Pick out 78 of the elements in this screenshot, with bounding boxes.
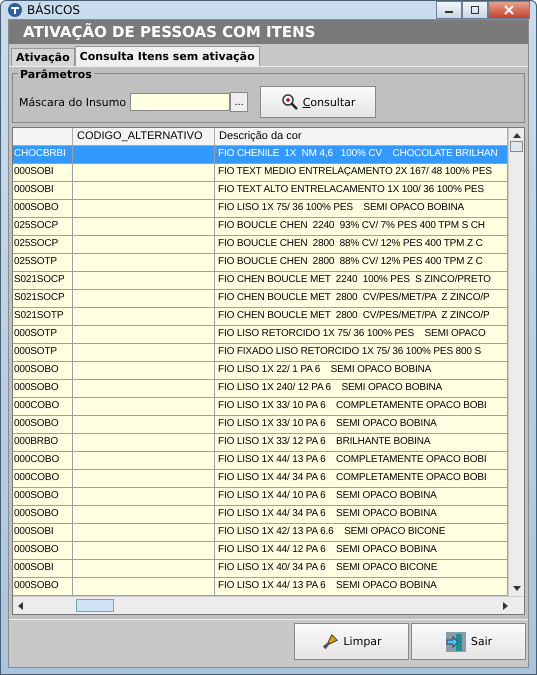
table-row[interactable]: 000SOBO FIO LISO 1X 44/ 13 PA 6 SEMI OPACO BOBINA (13, 578, 508, 596)
table-cell: 000COBO (13, 470, 73, 487)
table-row[interactable]: 000COBO FIO LISO 1X 33/ 10 PA 6 COMPLETAMENTE OPACO BOBI (13, 398, 508, 416)
table-row[interactable]: S021SOCP FIO CHEN BOUCLE MET 2800 CV/PES/MET/PA Z ZINCO/P (13, 290, 508, 308)
table-cell: S021SOTP (13, 308, 73, 325)
table-row[interactable]: 000SOBO FIO LISO 1X 44/ 12 PA 6 SEMI OPACO BOBINA (13, 542, 508, 560)
mask-input-field[interactable] (130, 93, 230, 111)
scroll-up-icon (512, 133, 520, 138)
form-header: ATIVAÇÃO DE PESSOAS COM ITENS (9, 20, 528, 44)
column-header[interactable]: CODIGO_ALTERNATIVO (73, 128, 215, 145)
clear-button[interactable]: Limpar (294, 623, 409, 660)
window-title: BÁSICOS (27, 3, 80, 17)
table-cell: 000SOBO (13, 380, 73, 397)
table-row[interactable]: S021SOTP FIO CHEN BOUCLE MET 2800 CV/PES/MET/PA Z ZINCO/P (13, 308, 508, 326)
close-button[interactable] (488, 1, 530, 19)
table-row[interactable]: 000SOBO FIO LISO 1X 44/ 10 PA 6 SEMI OPACO BOBINA (13, 488, 508, 506)
table-row[interactable]: S021SOCP FIO CHEN BOUCLE MET 2240 100% PES S ZINCO/PRETO (13, 272, 508, 290)
broom-icon (321, 632, 340, 650)
exit-door-icon (444, 630, 467, 652)
field-label: Máscara do Insumo (19, 96, 126, 108)
table-row[interactable]: 000SOBI FIO LISO 1X 42/ 13 PA 6.6 SEMI OPACO BICONE (13, 524, 508, 542)
table-cell: 000SOBO (13, 578, 73, 595)
table-cell: 025SOTP (13, 254, 73, 271)
table-cell: 000SOBO (13, 200, 73, 217)
table-row[interactable]: 000SOBI FIO TEXT MEDIO ENTRELAÇAMENTO 2X 167/ 48 100% PES (13, 164, 508, 182)
table-row[interactable]: 000COBO FIO LISO 1X 44/ 34 PA 6 COMPLETAMENTE OPACO BOBI (13, 470, 508, 488)
table-row[interactable]: 025SOCP FIO BOUCLE CHEN 2800 88% CV/ 12% PES 400 TPM Z C (13, 236, 508, 254)
table-cell: 000BRBO (13, 434, 73, 451)
table-cell: 000SOBO (13, 542, 73, 559)
table-row[interactable]: 000SOBO FIO LISO 1X 75/ 36 100% PES SEMI OPACO BOBINA (13, 200, 508, 218)
vertical-scrollbar[interactable] (508, 128, 524, 596)
table-row[interactable]: 000SOBO FIO LISO 1X 22/ 1 PA 6 SEMI OPACO BOBINA (13, 362, 508, 380)
table-row[interactable]: 025SOCP FIO BOUCLE CHEN 2240 93% CV/ 7% PES 400 TPM S CH (13, 218, 508, 236)
scroll-thumb[interactable] (76, 599, 114, 612)
table-cell: 000SOBI (13, 182, 73, 199)
table-row[interactable]: 000COBO FIO LISO 1X 44/ 13 PA 6 COMPLETAMENTE OPACO BOBI (13, 452, 508, 470)
scroll-down-icon (512, 586, 520, 591)
table-row[interactable]: 000SOTP FIO FIXADO LISO RETORCIDO 1X 75/ 36 100% PES 800 S (13, 344, 508, 362)
table-cell: 000SOTP (13, 344, 73, 361)
table-cell: CHOCBRBI (13, 146, 73, 163)
scroll-right-icon (503, 602, 508, 610)
table-cell: 025SOCP (13, 236, 73, 253)
close-icon (504, 5, 514, 15)
table-row[interactable]: 000SOBI FIO LISO 1X 40/ 34 PA 6 SEMI OPACO BICONE (13, 560, 508, 578)
browse-button[interactable]: ... (230, 92, 248, 112)
scroll-thumb[interactable] (510, 141, 523, 152)
maximize-icon (470, 5, 480, 15)
table-cell: 000SOBI (13, 524, 73, 541)
table-row[interactable]: 000SOBO FIO LISO 1X 240/ 12 PA 6 SEMI OPACO BOBINA (13, 380, 508, 398)
table-row[interactable]: 025SOTP FIO BOUCLE CHEN 2800 88% CV/ 12% PES 400 TPM Z C (13, 254, 508, 272)
app-logo-icon (7, 2, 23, 18)
table-row[interactable]: 000SOTP FIO LISO RETORCIDO 1X 75/ 36 100% PES SEMI OPACO (13, 326, 508, 344)
table-cell: 000SOBI (13, 560, 73, 577)
table-cell: 000SOTP (13, 326, 73, 343)
table-cell: 025SOCP (13, 218, 73, 235)
table-cell: 000SOBO (13, 362, 73, 379)
search-button[interactable]: Consultar (260, 86, 376, 118)
table-row[interactable]: 000SOBI FIO TEXT ALTO ENTRELACAMENTO 1X 100/ 36 100% PES (13, 182, 508, 200)
table-cell: 000SOBO (13, 416, 73, 433)
horizontal-scrollbar[interactable] (13, 596, 524, 614)
table-cell: 000SOBO (13, 506, 73, 523)
table-row[interactable]: 000BRBO FIO LISO 1X 33/ 12 PA 6 BRILHANTE BOBINA (13, 434, 508, 452)
tab[interactable]: Consulta Itens sem ativação (74, 46, 260, 66)
tab[interactable]: Ativação (11, 48, 75, 66)
table-cell: 000SOBO (13, 488, 73, 505)
table-cell: S021SOCP (13, 272, 73, 289)
exit-button[interactable]: Sair (411, 623, 526, 660)
search-icon (280, 93, 299, 111)
group-title: Parâmetros (18, 68, 94, 81)
scroll-left-icon (18, 602, 23, 610)
table-cell: 000COBO (13, 398, 73, 415)
table-row[interactable]: 000SOBO FIO LISO 1X 33/ 10 PA 6 SEMI OPACO BOBINA (13, 416, 508, 434)
table-cell: S021SOCP (13, 290, 73, 307)
table-cell: 000SOBI (13, 164, 73, 181)
minimize-button[interactable] (436, 1, 462, 19)
maximize-button[interactable] (462, 1, 488, 19)
table-row[interactable]: 000SOBO FIO LISO 1X 44/ 34 PA 6 SEMI OPACO BOBINA (13, 506, 508, 524)
table-cell: 000COBO (13, 452, 73, 469)
